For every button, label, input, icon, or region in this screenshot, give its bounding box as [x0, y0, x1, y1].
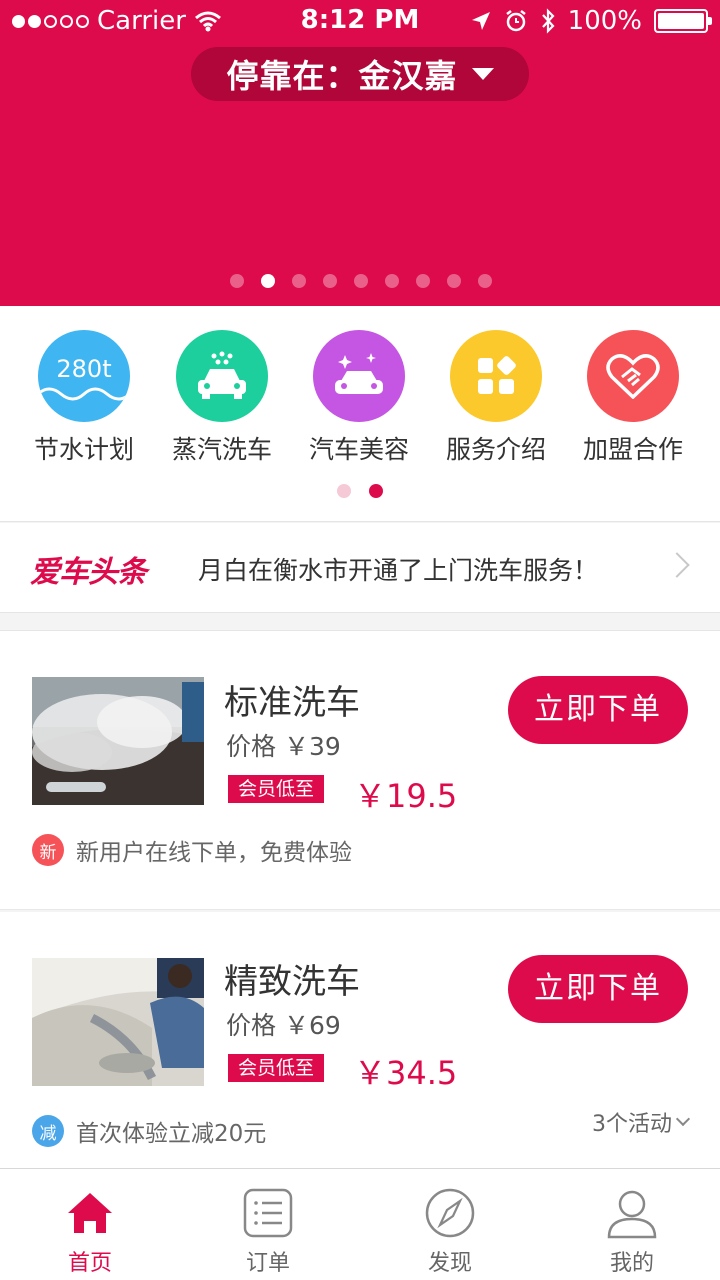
bluetooth-icon [541, 8, 555, 34]
page-dot[interactable] [354, 274, 368, 288]
grid-apps-icon [450, 330, 542, 422]
category-service-intro[interactable]: 服务介绍 [431, 330, 561, 466]
compass-icon [425, 1188, 475, 1238]
category-water-plan[interactable]: 280t 节水计划 [19, 330, 149, 466]
activities-toggle[interactable]: 3个活动 [592, 1106, 691, 1138]
page-dot[interactable] [230, 274, 244, 288]
chevron-right-icon[interactable] [664, 552, 690, 578]
promo-text: 首次体验立减20元 [76, 1121, 267, 1147]
news-headline[interactable]: 月白在衡水市开通了上门洗车服务！ [198, 551, 598, 587]
page-dot[interactable] [447, 274, 461, 288]
tab-orders[interactable]: 订单 [178, 1169, 358, 1280]
page-dot[interactable] [478, 274, 492, 288]
promo-row: 新 新用户在线下单，免费体验 [32, 833, 352, 867]
product-card[interactable]: 精致洗车 价格 ￥69 会员低至 ￥34.5 立即下单 减 首次体验立减20元 … [0, 912, 720, 1168]
promo-text: 新用户在线下单，免费体验 [76, 840, 352, 866]
page-dot[interactable] [292, 274, 306, 288]
category-menu: 280t 节水计划 蒸汽洗车 汽车美容 服务介绍 加盟合作 [0, 306, 720, 522]
promo-row: 减 首次体验立减20元 [32, 1114, 266, 1148]
member-tag: 会员低至 [228, 1054, 325, 1082]
order-list-icon [243, 1188, 293, 1238]
new-user-badge: 新 [32, 834, 64, 866]
product-photo [32, 958, 204, 1086]
tab-bar: 首页 订单 发现 我的 [0, 1168, 720, 1280]
status-bar: Carrier 8:12 PM 100% [0, 0, 720, 42]
location-selector[interactable]: 停靠在：金汉嘉 [191, 47, 529, 101]
page-dot[interactable] [323, 274, 337, 288]
discount-badge: 减 [32, 1115, 64, 1147]
person-icon [607, 1190, 657, 1239]
order-now-button[interactable]: 立即下单 [508, 676, 688, 744]
banner-pagination[interactable] [230, 274, 492, 288]
location-label: 停靠在：金汉嘉 [226, 57, 458, 95]
location-arrow-icon [471, 12, 490, 30]
tab-discover[interactable]: 发现 [360, 1169, 540, 1280]
tab-home[interactable]: 首页 [0, 1169, 180, 1280]
page-dot[interactable] [337, 484, 351, 498]
page-dot[interactable] [385, 274, 399, 288]
steam-car-icon [176, 330, 268, 422]
chevron-down-icon [675, 1111, 691, 1127]
product-price: 价格 ￥39 [226, 732, 341, 761]
page-dot-active[interactable] [261, 274, 275, 288]
battery-percent: 100% [567, 6, 642, 36]
member-tag: 会员低至 [228, 775, 325, 803]
product-name: 精致洗车 [224, 962, 360, 1002]
hero-banner[interactable]: Carrier 8:12 PM 100% 停靠在：金汉嘉 [0, 0, 720, 306]
product-card[interactable]: 标准洗车 价格 ￥39 会员低至 ￥19.5 立即下单 新 新用户在线下单，免费… [0, 630, 720, 910]
product-name: 标准洗车 [224, 683, 360, 723]
product-photo [32, 677, 204, 805]
page-dot[interactable] [416, 274, 430, 288]
home-icon [68, 1193, 112, 1233]
member-price: ￥34.5 [354, 1054, 458, 1092]
sparkle-car-icon [313, 330, 405, 422]
order-now-button[interactable]: 立即下单 [508, 955, 688, 1023]
category-franchise[interactable]: 加盟合作 [568, 330, 698, 466]
member-price: ￥19.5 [354, 777, 458, 815]
battery-icon [654, 9, 712, 33]
heart-handshake-icon [587, 330, 679, 422]
water-wave-icon: 280t [38, 330, 130, 422]
tab-me[interactable]: 我的 [542, 1169, 720, 1280]
news-brand-logo: 爱车头条 [30, 555, 147, 590]
category-car-beauty[interactable]: 汽车美容 [294, 330, 424, 466]
news-ticker[interactable]: 爱车头条 月白在衡水市开通了上门洗车服务！ [0, 523, 720, 613]
page-dot-active[interactable] [369, 484, 383, 498]
chevron-down-icon [471, 68, 494, 80]
category-steam-wash[interactable]: 蒸汽洗车 [157, 330, 287, 466]
product-price: 价格 ￥69 [226, 1011, 341, 1040]
alarm-icon [505, 10, 526, 32]
category-pagination[interactable] [337, 484, 383, 498]
